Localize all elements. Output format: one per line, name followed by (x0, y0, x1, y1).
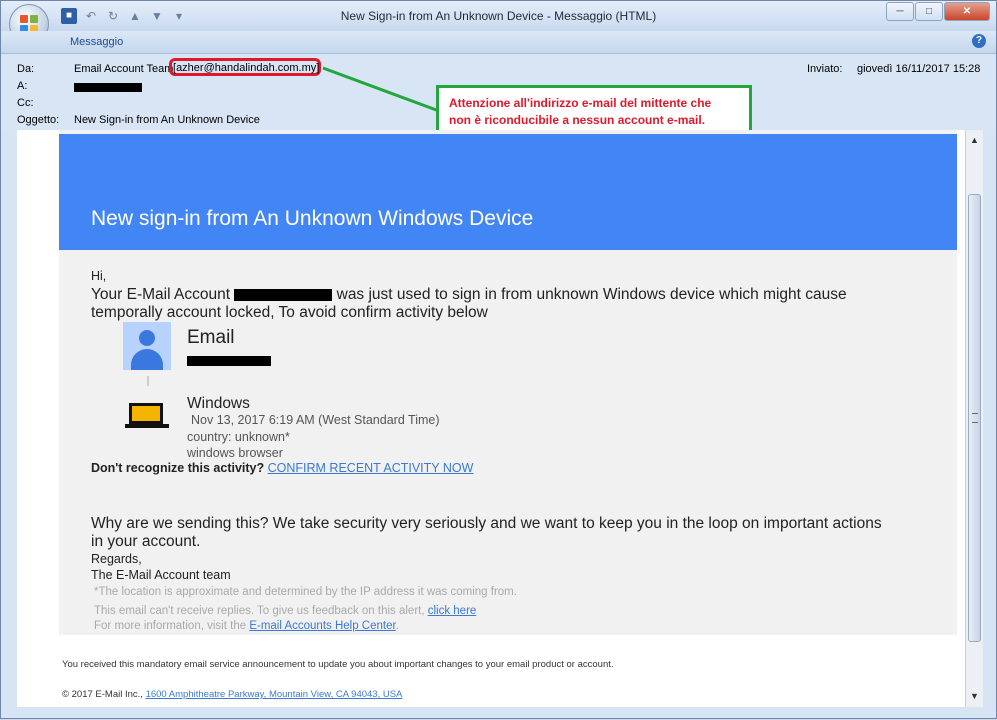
annotation-line-1: Attenzione all'indirizzo e-mail del mitt… (449, 96, 712, 110)
device-browser: windows browser (187, 446, 283, 460)
click-here-link[interactable]: click here (428, 605, 477, 617)
regards: Regards, (91, 552, 142, 566)
note-location: *The location is approximate and determi… (94, 586, 517, 598)
scroll-down-icon[interactable]: ▼ (966, 688, 983, 704)
scrollbar-thumb[interactable] (968, 194, 981, 642)
note-replies: This email can't receive replies. To giv… (94, 605, 477, 617)
why-line-1: Why are we sending this? We take securit… (91, 515, 882, 532)
dont-recognize-row: Don't recognize this activity? CONFIRM R… (91, 461, 474, 475)
connector-line (147, 376, 149, 386)
intro-line-2: temporally account locked, To avoid conf… (91, 304, 488, 321)
account-address-redacted (187, 352, 271, 370)
vertical-scrollbar[interactable]: ▲ ▼ (965, 130, 983, 707)
email-card: New sign-in from An Unknown Windows Devi… (59, 130, 957, 635)
email-banner: New sign-in from An Unknown Windows Devi… (59, 134, 957, 250)
annotation-line-2: non è riconducibile a nessun account e-m… (449, 113, 706, 127)
scroll-up-icon[interactable]: ▲ (966, 132, 983, 148)
footer-notice: You received this mandatory email servic… (62, 659, 614, 670)
account-avatar-icon (123, 322, 171, 370)
help-center-link[interactable]: E-mail Accounts Help Center (249, 620, 395, 632)
account-redacted (234, 288, 333, 301)
greeting: Hi, (91, 269, 107, 283)
laptop-icon (125, 403, 169, 433)
footer-address-link[interactable]: 1600 Amphitheatre Parkway, Mountain View… (146, 689, 403, 700)
why-line-2: in your account. (91, 533, 201, 550)
outlook-message-window: ■ ↶ ↻ ▲ ▼ ▾ New Sign-in from An Unknown … (0, 0, 997, 719)
message-body: New sign-in from An Unknown Windows Devi… (17, 130, 965, 707)
confirm-activity-link[interactable]: CONFIRM RECENT ACTIVITY NOW (268, 461, 474, 475)
device-country: country: unknown* (187, 430, 290, 444)
signature-team: The E-Mail Account team (91, 568, 231, 582)
account-heading: Email (187, 327, 235, 348)
footer-copyright: © 2017 E-Mail Inc., 1600 Amphitheatre Pa… (62, 689, 403, 700)
intro-line-1: Your E-Mail Account was just used to sig… (91, 286, 847, 303)
banner-title: New sign-in from An Unknown Windows Devi… (91, 207, 534, 230)
device-date: Nov 13, 2017 6:19 AM (West Standard Time… (191, 413, 440, 427)
device-name: Windows (187, 395, 250, 412)
note-more-info: For more information, visit the E-mail A… (94, 620, 399, 632)
